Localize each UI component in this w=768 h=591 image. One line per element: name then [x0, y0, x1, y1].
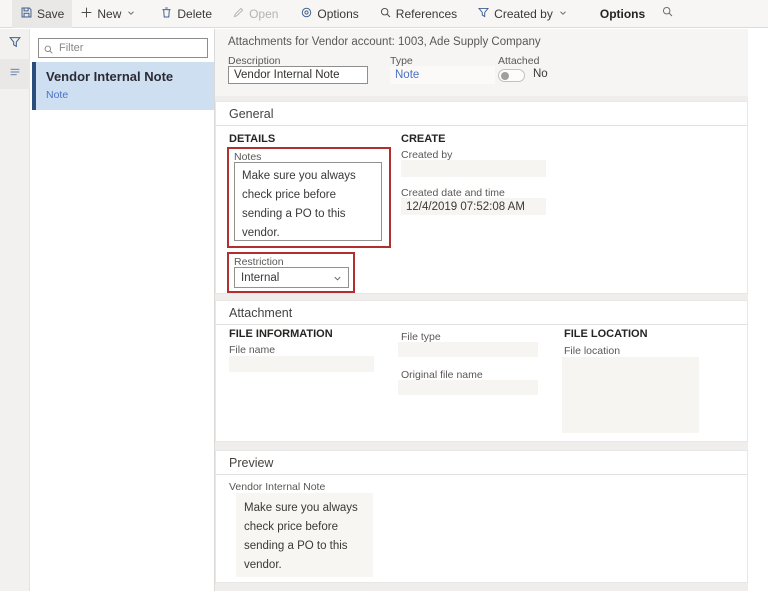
- delete-button[interactable]: Delete: [152, 0, 220, 28]
- attachment-header: Attachments for Vendor account: 1003, Ad…: [215, 29, 748, 96]
- create-group-label: CREATE: [401, 133, 446, 145]
- options-button[interactable]: Options: [292, 0, 366, 28]
- toolbar-search-button[interactable]: [661, 5, 674, 23]
- filter-field: [38, 38, 208, 58]
- save-icon: [20, 6, 33, 22]
- attached-label: Attached: [498, 55, 540, 67]
- search-icon: [43, 42, 54, 60]
- trash-icon: [160, 6, 173, 22]
- description-input[interactable]: [228, 66, 368, 84]
- save-button-label: Save: [37, 6, 65, 21]
- list-icon: [8, 65, 22, 84]
- list-pane-button[interactable]: [0, 59, 30, 89]
- type-value: Note: [390, 66, 495, 84]
- preview-section-title: Preview: [229, 455, 274, 470]
- delete-button-label: Delete: [177, 6, 213, 21]
- attachment-section-header[interactable]: Attachment: [216, 301, 747, 325]
- chevron-down-icon: [126, 7, 136, 21]
- created-by-filter-button[interactable]: Created by: [469, 0, 576, 28]
- options-button-label: Options: [317, 6, 359, 21]
- created-by-filter-label: Created by: [494, 6, 553, 21]
- chevron-down-icon: [558, 7, 568, 21]
- new-button-label: New: [97, 6, 122, 21]
- page-title: Attachments for Vendor account: 1003, Ad…: [228, 36, 541, 48]
- attached-value: No: [533, 68, 548, 80]
- preview-text: Make sure you always check price before …: [236, 493, 373, 577]
- gear-icon: [300, 6, 313, 22]
- file-type-value: [398, 342, 538, 357]
- file-information-group-label: FILE INFORMATION: [229, 328, 333, 340]
- search-icon: [661, 5, 674, 23]
- command-bar: Save New Delete Open Options References …: [0, 0, 768, 28]
- filter-pane-button[interactable]: [0, 29, 30, 59]
- funnel-icon: [8, 35, 22, 54]
- details-group-label: DETAILS: [229, 133, 276, 145]
- funnel-icon: [477, 6, 490, 22]
- attachments-list-pane: Vendor Internal Note Note: [30, 29, 215, 591]
- general-section: General DETAILS Notes Make sure you alwa…: [215, 101, 748, 294]
- options-menu-tab[interactable]: Options: [590, 0, 655, 28]
- chevron-down-icon: [332, 273, 343, 287]
- references-button[interactable]: References: [371, 0, 465, 28]
- preview-section-header[interactable]: Preview: [216, 451, 747, 475]
- plus-icon: [80, 6, 93, 22]
- open-button-label: Open: [249, 6, 279, 21]
- toggle-knob: [501, 71, 509, 80]
- attached-toggle[interactable]: [498, 69, 525, 82]
- main-content: Attachments for Vendor account: 1003, Ad…: [215, 29, 748, 591]
- left-icon-strip: [0, 29, 30, 591]
- created-by-value: [401, 160, 546, 177]
- pencil-icon: [232, 6, 245, 22]
- notes-textarea[interactable]: Make sure you always check price before …: [234, 162, 382, 241]
- attachment-section-title: Attachment: [229, 305, 293, 320]
- preview-section: Preview Vendor Internal Note Make sure y…: [215, 450, 748, 583]
- file-location-label: File location: [564, 345, 621, 357]
- open-button: Open: [224, 0, 286, 28]
- general-section-title: General: [229, 106, 274, 121]
- list-item-subtitle: Note: [46, 89, 69, 101]
- list-item-vendor-internal-note[interactable]: Vendor Internal Note Note: [32, 62, 214, 110]
- app-window: Save New Delete Open Options References …: [0, 0, 768, 591]
- restriction-select[interactable]: Internal: [234, 267, 349, 288]
- file-location-value: [562, 357, 699, 433]
- created-date-value: 12/4/2019 07:52:08 AM: [401, 198, 546, 215]
- file-name-value: [229, 356, 374, 372]
- save-button[interactable]: Save: [12, 0, 73, 28]
- magnifier-icon: [379, 6, 392, 22]
- file-location-group-label: FILE LOCATION: [564, 328, 648, 340]
- preview-item-label: Vendor Internal Note: [229, 481, 326, 493]
- file-name-label: File name: [229, 344, 276, 356]
- original-file-name-value: [398, 380, 538, 395]
- restriction-value: Internal: [241, 271, 280, 284]
- new-button[interactable]: New: [72, 0, 144, 28]
- list-item-title: Vendor Internal Note: [46, 69, 174, 84]
- references-button-label: References: [395, 6, 458, 21]
- filter-input[interactable]: [38, 38, 208, 58]
- attachment-section: Attachment FILE INFORMATION File name Fi…: [215, 300, 748, 442]
- options-menu-label: Options: [599, 6, 646, 21]
- general-section-header[interactable]: General: [216, 102, 747, 126]
